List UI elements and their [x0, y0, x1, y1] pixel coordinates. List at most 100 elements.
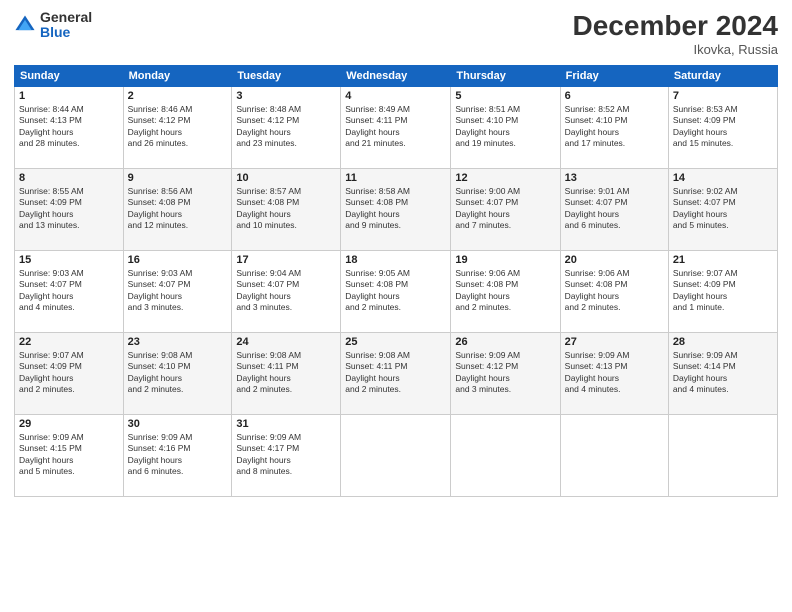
table-row: 21 Sunrise: 9:07 AMSunset: 4:09 PMDaylig… — [668, 251, 777, 333]
table-row — [341, 415, 451, 497]
day-info: Sunrise: 8:58 AMSunset: 4:08 PMDaylight … — [345, 186, 410, 230]
day-number: 13 — [565, 172, 664, 184]
day-info: Sunrise: 9:06 AMSunset: 4:08 PMDaylight … — [455, 268, 520, 312]
calendar-week-1: 8 Sunrise: 8:55 AMSunset: 4:09 PMDayligh… — [15, 169, 778, 251]
day-number: 28 — [673, 336, 773, 348]
table-row: 27 Sunrise: 9:09 AMSunset: 4:13 PMDaylig… — [560, 333, 668, 415]
calendar-week-2: 15 Sunrise: 9:03 AMSunset: 4:07 PMDaylig… — [15, 251, 778, 333]
day-info: Sunrise: 9:07 AMSunset: 4:09 PMDaylight … — [673, 268, 738, 312]
table-row: 19 Sunrise: 9:06 AMSunset: 4:08 PMDaylig… — [451, 251, 560, 333]
calendar-table: Sunday Monday Tuesday Wednesday Thursday… — [14, 65, 778, 497]
table-row: 16 Sunrise: 9:03 AMSunset: 4:07 PMDaylig… — [123, 251, 232, 333]
table-row: 12 Sunrise: 9:00 AMSunset: 4:07 PMDaylig… — [451, 169, 560, 251]
table-row: 31 Sunrise: 9:09 AMSunset: 4:17 PMDaylig… — [232, 415, 341, 497]
header-monday: Monday — [123, 66, 232, 87]
calendar-subtitle: Ikovka, Russia — [573, 42, 778, 57]
table-row: 30 Sunrise: 9:09 AMSunset: 4:16 PMDaylig… — [123, 415, 232, 497]
day-number: 24 — [236, 336, 336, 348]
table-row: 28 Sunrise: 9:09 AMSunset: 4:14 PMDaylig… — [668, 333, 777, 415]
table-row: 17 Sunrise: 9:04 AMSunset: 4:07 PMDaylig… — [232, 251, 341, 333]
table-row: 5 Sunrise: 8:51 AMSunset: 4:10 PMDayligh… — [451, 87, 560, 169]
day-info: Sunrise: 9:02 AMSunset: 4:07 PMDaylight … — [673, 186, 738, 230]
header-tuesday: Tuesday — [232, 66, 341, 87]
day-number: 25 — [345, 336, 446, 348]
calendar-title: December 2024 — [573, 10, 778, 42]
day-info: Sunrise: 9:00 AMSunset: 4:07 PMDaylight … — [455, 186, 520, 230]
day-info: Sunrise: 8:51 AMSunset: 4:10 PMDaylight … — [455, 104, 520, 148]
header: General Blue December 2024 Ikovka, Russi… — [14, 10, 778, 57]
day-number: 19 — [455, 254, 555, 266]
day-number: 21 — [673, 254, 773, 266]
day-info: Sunrise: 8:52 AMSunset: 4:10 PMDaylight … — [565, 104, 630, 148]
day-number: 6 — [565, 90, 664, 102]
table-row: 9 Sunrise: 8:56 AMSunset: 4:08 PMDayligh… — [123, 169, 232, 251]
header-thursday: Thursday — [451, 66, 560, 87]
day-number: 1 — [19, 90, 119, 102]
logo-general: General — [40, 10, 92, 25]
day-number: 8 — [19, 172, 119, 184]
table-row: 20 Sunrise: 9:06 AMSunset: 4:08 PMDaylig… — [560, 251, 668, 333]
day-info: Sunrise: 9:01 AMSunset: 4:07 PMDaylight … — [565, 186, 630, 230]
day-number: 14 — [673, 172, 773, 184]
header-saturday: Saturday — [668, 66, 777, 87]
logo: General Blue — [14, 10, 92, 41]
day-info: Sunrise: 9:09 AMSunset: 4:14 PMDaylight … — [673, 350, 738, 394]
day-number: 18 — [345, 254, 446, 266]
day-number: 17 — [236, 254, 336, 266]
day-info: Sunrise: 9:09 AMSunset: 4:15 PMDaylight … — [19, 432, 84, 476]
table-row: 25 Sunrise: 9:08 AMSunset: 4:11 PMDaylig… — [341, 333, 451, 415]
day-number: 27 — [565, 336, 664, 348]
day-info: Sunrise: 8:48 AMSunset: 4:12 PMDaylight … — [236, 104, 301, 148]
table-row: 11 Sunrise: 8:58 AMSunset: 4:08 PMDaylig… — [341, 169, 451, 251]
table-row: 22 Sunrise: 9:07 AMSunset: 4:09 PMDaylig… — [15, 333, 124, 415]
title-block: December 2024 Ikovka, Russia — [573, 10, 778, 57]
day-number: 30 — [128, 418, 228, 430]
logo-text: General Blue — [40, 10, 92, 41]
table-row: 15 Sunrise: 9:03 AMSunset: 4:07 PMDaylig… — [15, 251, 124, 333]
day-number: 16 — [128, 254, 228, 266]
day-info: Sunrise: 8:53 AMSunset: 4:09 PMDaylight … — [673, 104, 738, 148]
day-number: 7 — [673, 90, 773, 102]
table-row: 24 Sunrise: 9:08 AMSunset: 4:11 PMDaylig… — [232, 333, 341, 415]
day-info: Sunrise: 9:03 AMSunset: 4:07 PMDaylight … — [128, 268, 193, 312]
logo-icon — [14, 14, 36, 36]
day-info: Sunrise: 9:08 AMSunset: 4:11 PMDaylight … — [345, 350, 410, 394]
day-number: 20 — [565, 254, 664, 266]
day-info: Sunrise: 8:56 AMSunset: 4:08 PMDaylight … — [128, 186, 193, 230]
day-info: Sunrise: 9:09 AMSunset: 4:12 PMDaylight … — [455, 350, 520, 394]
page: General Blue December 2024 Ikovka, Russi… — [0, 0, 792, 612]
table-row: 4 Sunrise: 8:49 AMSunset: 4:11 PMDayligh… — [341, 87, 451, 169]
day-number: 31 — [236, 418, 336, 430]
logo-blue: Blue — [40, 25, 92, 40]
day-number: 3 — [236, 90, 336, 102]
table-row: 10 Sunrise: 8:57 AMSunset: 4:08 PMDaylig… — [232, 169, 341, 251]
day-info: Sunrise: 9:09 AMSunset: 4:13 PMDaylight … — [565, 350, 630, 394]
day-info: Sunrise: 9:03 AMSunset: 4:07 PMDaylight … — [19, 268, 84, 312]
day-number: 10 — [236, 172, 336, 184]
day-info: Sunrise: 9:08 AMSunset: 4:11 PMDaylight … — [236, 350, 301, 394]
table-row: 26 Sunrise: 9:09 AMSunset: 4:12 PMDaylig… — [451, 333, 560, 415]
day-info: Sunrise: 8:49 AMSunset: 4:11 PMDaylight … — [345, 104, 410, 148]
day-info: Sunrise: 8:44 AMSunset: 4:13 PMDaylight … — [19, 104, 84, 148]
day-info: Sunrise: 8:46 AMSunset: 4:12 PMDaylight … — [128, 104, 193, 148]
day-info: Sunrise: 9:08 AMSunset: 4:10 PMDaylight … — [128, 350, 193, 394]
table-row: 6 Sunrise: 8:52 AMSunset: 4:10 PMDayligh… — [560, 87, 668, 169]
day-info: Sunrise: 9:04 AMSunset: 4:07 PMDaylight … — [236, 268, 301, 312]
day-info: Sunrise: 9:07 AMSunset: 4:09 PMDaylight … — [19, 350, 84, 394]
day-info: Sunrise: 8:55 AMSunset: 4:09 PMDaylight … — [19, 186, 84, 230]
table-row: 14 Sunrise: 9:02 AMSunset: 4:07 PMDaylig… — [668, 169, 777, 251]
calendar-week-4: 29 Sunrise: 9:09 AMSunset: 4:15 PMDaylig… — [15, 415, 778, 497]
header-friday: Friday — [560, 66, 668, 87]
table-row — [668, 415, 777, 497]
day-info: Sunrise: 9:05 AMSunset: 4:08 PMDaylight … — [345, 268, 410, 312]
table-row: 8 Sunrise: 8:55 AMSunset: 4:09 PMDayligh… — [15, 169, 124, 251]
day-info: Sunrise: 9:09 AMSunset: 4:16 PMDaylight … — [128, 432, 193, 476]
day-number: 23 — [128, 336, 228, 348]
day-info: Sunrise: 8:57 AMSunset: 4:08 PMDaylight … — [236, 186, 301, 230]
table-row: 18 Sunrise: 9:05 AMSunset: 4:08 PMDaylig… — [341, 251, 451, 333]
day-info: Sunrise: 9:09 AMSunset: 4:17 PMDaylight … — [236, 432, 301, 476]
day-number: 22 — [19, 336, 119, 348]
table-row: 1 Sunrise: 8:44 AMSunset: 4:13 PMDayligh… — [15, 87, 124, 169]
day-number: 26 — [455, 336, 555, 348]
table-row — [451, 415, 560, 497]
